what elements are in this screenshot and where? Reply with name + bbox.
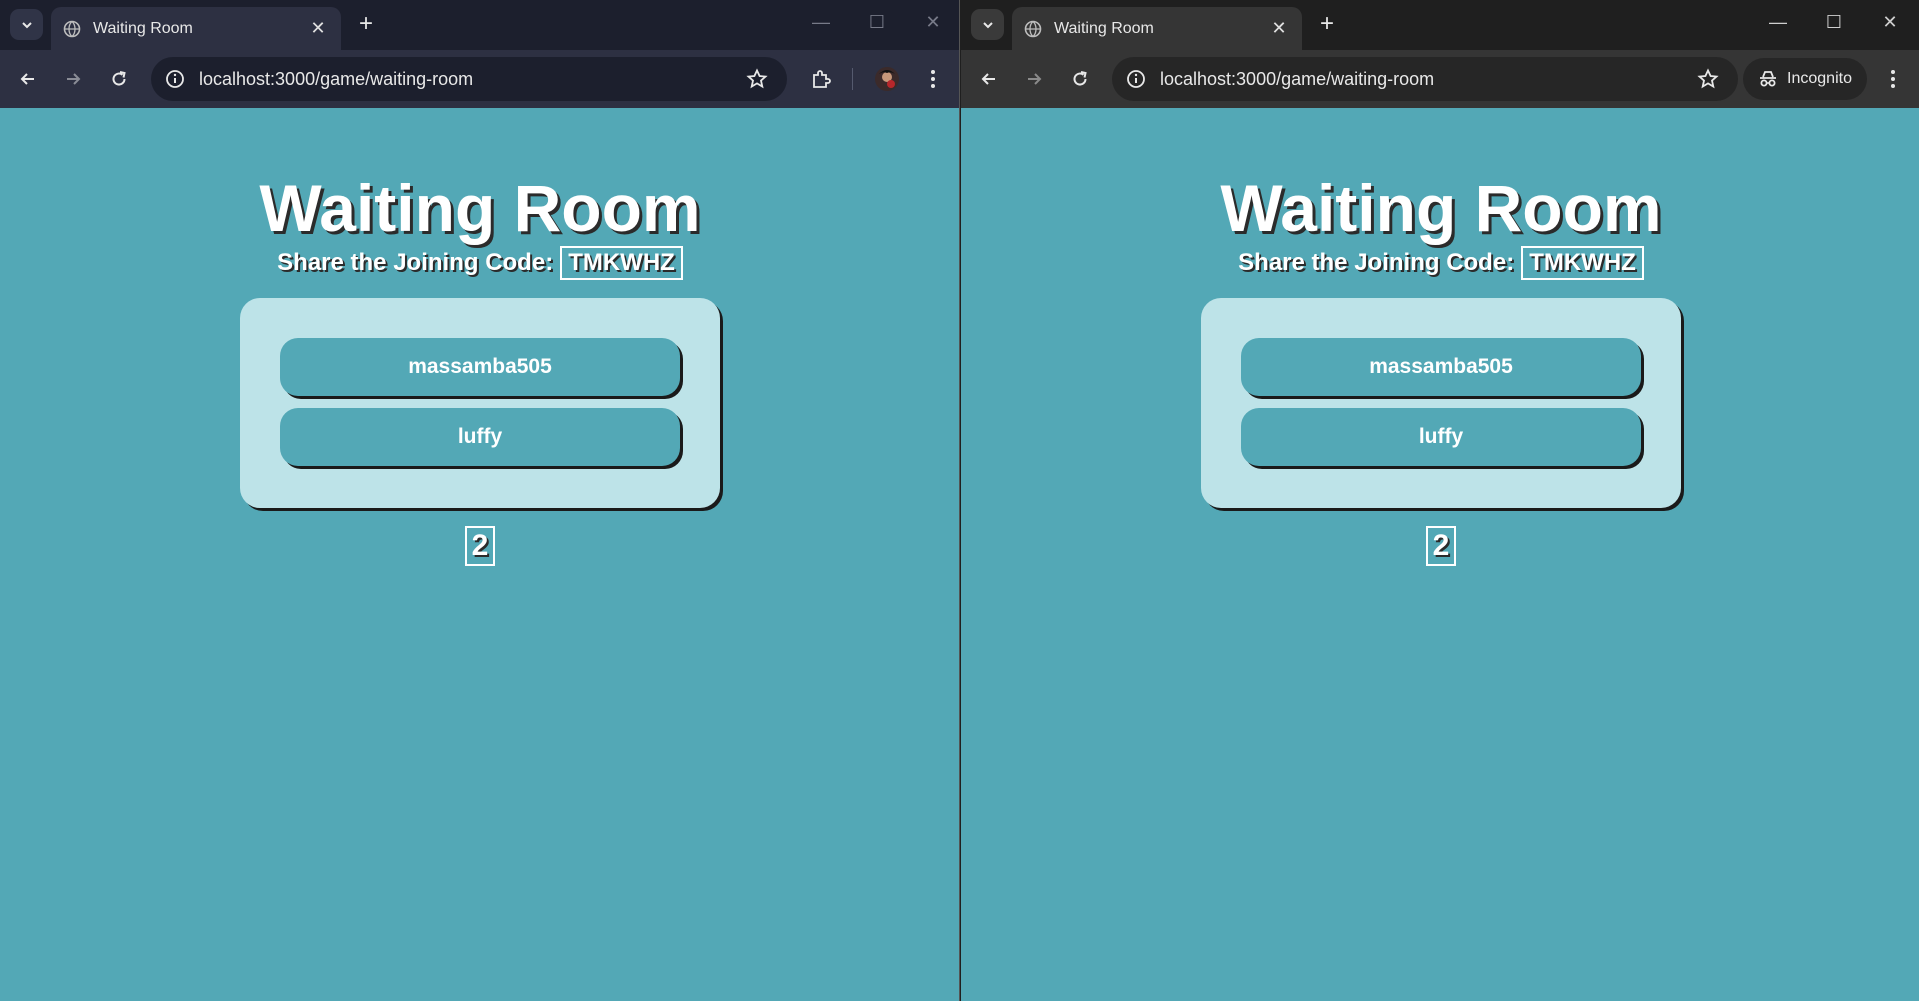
tab-waiting-room[interactable]: Waiting Room ✕ bbox=[1012, 7, 1302, 50]
globe-icon bbox=[63, 20, 81, 37]
address-bar[interactable]: localhost:3000/game/waiting-room bbox=[151, 57, 787, 101]
share-code-label: Share the Joining Code: bbox=[1238, 249, 1515, 276]
reload-icon bbox=[1073, 71, 1087, 86]
window-controls: — ☐ ✕ bbox=[793, 12, 959, 33]
tab-strip: Waiting Room ✕ + — ☐ ✕ bbox=[961, 0, 1919, 50]
tab-strip: Waiting Room ✕ + — ☐ ✕ bbox=[0, 0, 959, 50]
toolbar-divider bbox=[852, 68, 853, 90]
incognito-badge[interactable]: Incognito bbox=[1743, 58, 1867, 100]
player-count: 2 bbox=[464, 526, 496, 566]
player-item: massamba505 bbox=[1241, 338, 1641, 396]
more-vertical-icon bbox=[931, 70, 935, 88]
close-tab-icon[interactable]: ✕ bbox=[307, 18, 329, 39]
globe-icon bbox=[1024, 20, 1042, 37]
more-vertical-icon bbox=[1891, 70, 1895, 88]
joining-code: TMKWHZ bbox=[560, 246, 683, 280]
player-item: luffy bbox=[1241, 408, 1641, 466]
window-controls: — ☐ ✕ bbox=[1750, 12, 1918, 33]
forward-button[interactable] bbox=[1019, 64, 1049, 94]
page-title: Waiting Room bbox=[259, 171, 701, 245]
minimize-icon[interactable]: — bbox=[793, 12, 849, 33]
incognito-icon bbox=[1760, 71, 1777, 87]
player-count: 2 bbox=[1425, 526, 1457, 566]
browser-window-left: Waiting Room ✕ + — ☐ ✕ localhost:3000/ga… bbox=[0, 0, 960, 1001]
incognito-label: Incognito bbox=[1787, 70, 1852, 87]
chevron-down-icon bbox=[982, 21, 993, 28]
player-item: massamba505 bbox=[280, 338, 680, 396]
back-button[interactable] bbox=[13, 64, 43, 94]
profile-avatar[interactable] bbox=[872, 64, 902, 94]
arrow-left-icon bbox=[20, 73, 34, 85]
joining-code-line: Share the Joining Code: TMKWHZ bbox=[277, 246, 683, 280]
players-panel: massamba505 luffy bbox=[1201, 298, 1681, 508]
avatar-icon bbox=[875, 67, 899, 91]
reload-button[interactable] bbox=[1065, 64, 1095, 94]
close-window-icon[interactable]: ✕ bbox=[905, 12, 959, 33]
tab-title: Waiting Room bbox=[93, 19, 193, 37]
close-tab-icon[interactable]: ✕ bbox=[1268, 18, 1290, 39]
chevron-down-icon bbox=[21, 21, 32, 28]
info-icon bbox=[1127, 70, 1145, 88]
screen: Waiting Room ✕ + — ☐ ✕ localhost:3000/ga… bbox=[0, 0, 1919, 1001]
info-icon bbox=[166, 70, 184, 88]
bookmark-star-icon[interactable] bbox=[739, 61, 775, 97]
maximize-icon[interactable]: ☐ bbox=[849, 12, 905, 33]
joining-code: TMKWHZ bbox=[1521, 246, 1644, 280]
arrow-right-icon bbox=[1028, 73, 1042, 85]
browser-menu-button[interactable] bbox=[1878, 64, 1908, 94]
forward-button[interactable] bbox=[58, 64, 88, 94]
reload-button[interactable] bbox=[104, 64, 134, 94]
address-bar[interactable]: localhost:3000/game/waiting-room bbox=[1112, 57, 1738, 101]
toolbar: localhost:3000/game/waiting-room bbox=[0, 50, 959, 108]
new-tab-button[interactable]: + bbox=[1315, 11, 1339, 37]
player-item: luffy bbox=[280, 408, 680, 466]
joining-code-line: Share the Joining Code: TMKWHZ bbox=[1238, 246, 1644, 280]
url-text: localhost:3000/game/waiting-room bbox=[199, 68, 474, 89]
waiting-room: Waiting Room Share the Joining Code: TMK… bbox=[1201, 108, 1681, 566]
extensions-button[interactable] bbox=[806, 64, 836, 94]
tab-waiting-room[interactable]: Waiting Room ✕ bbox=[51, 7, 341, 50]
browser-menu-button[interactable] bbox=[918, 64, 948, 94]
page-viewport: Waiting Room Share the Joining Code: TMK… bbox=[0, 108, 959, 1001]
tab-search-button[interactable] bbox=[10, 9, 43, 40]
close-window-icon[interactable]: ✕ bbox=[1862, 12, 1918, 33]
new-tab-button[interactable]: + bbox=[354, 11, 378, 37]
maximize-icon[interactable]: ☐ bbox=[1806, 12, 1862, 33]
back-button[interactable] bbox=[974, 64, 1004, 94]
toolbar: localhost:3000/game/waiting-room Incogni… bbox=[961, 50, 1919, 108]
minimize-icon[interactable]: — bbox=[1750, 12, 1806, 33]
page-viewport: Waiting Room Share the Joining Code: TMK… bbox=[961, 108, 1919, 1001]
arrow-right-icon bbox=[67, 73, 81, 85]
page-title: Waiting Room bbox=[1220, 171, 1662, 245]
players-panel: massamba505 luffy bbox=[240, 298, 720, 508]
tab-title: Waiting Room bbox=[1054, 19, 1154, 37]
arrow-left-icon bbox=[981, 73, 995, 85]
tab-search-button[interactable] bbox=[971, 9, 1004, 40]
waiting-room: Waiting Room Share the Joining Code: TMK… bbox=[240, 108, 720, 566]
reload-icon bbox=[112, 71, 126, 86]
browser-window-right: Waiting Room ✕ + — ☐ ✕ localhost:3000/ga… bbox=[961, 0, 1919, 1001]
bookmark-star-icon[interactable] bbox=[1690, 61, 1726, 97]
share-code-label: Share the Joining Code: bbox=[277, 249, 554, 276]
url-text: localhost:3000/game/waiting-room bbox=[1160, 68, 1435, 89]
puzzle-icon bbox=[813, 70, 831, 88]
